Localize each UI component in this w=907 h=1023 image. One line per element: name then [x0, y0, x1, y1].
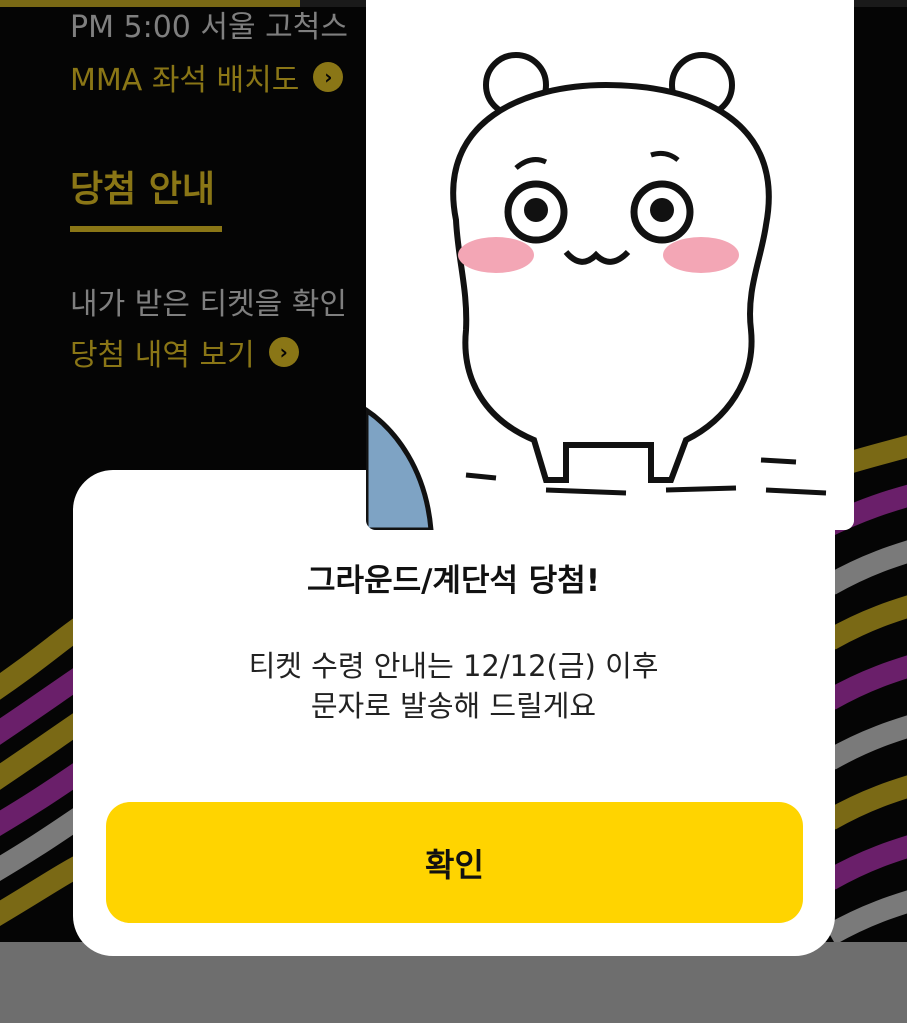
- bear-sticker-image: [366, 0, 854, 530]
- dialog-message-line2: 문자로 발송해 드릴게요: [310, 689, 597, 723]
- confirm-button[interactable]: 확인: [106, 802, 803, 923]
- dialog-message: 티켓 수령 안내는 12/12(금) 이후 문자로 발송해 드릴게요: [0, 646, 907, 726]
- white-bear-sticker: [366, 0, 854, 530]
- dialog-title: 그라운드/계단석 당첨!: [307, 563, 600, 599]
- dialog-message-line1: 티켓 수령 안내는 12/12(금) 이후: [248, 649, 659, 683]
